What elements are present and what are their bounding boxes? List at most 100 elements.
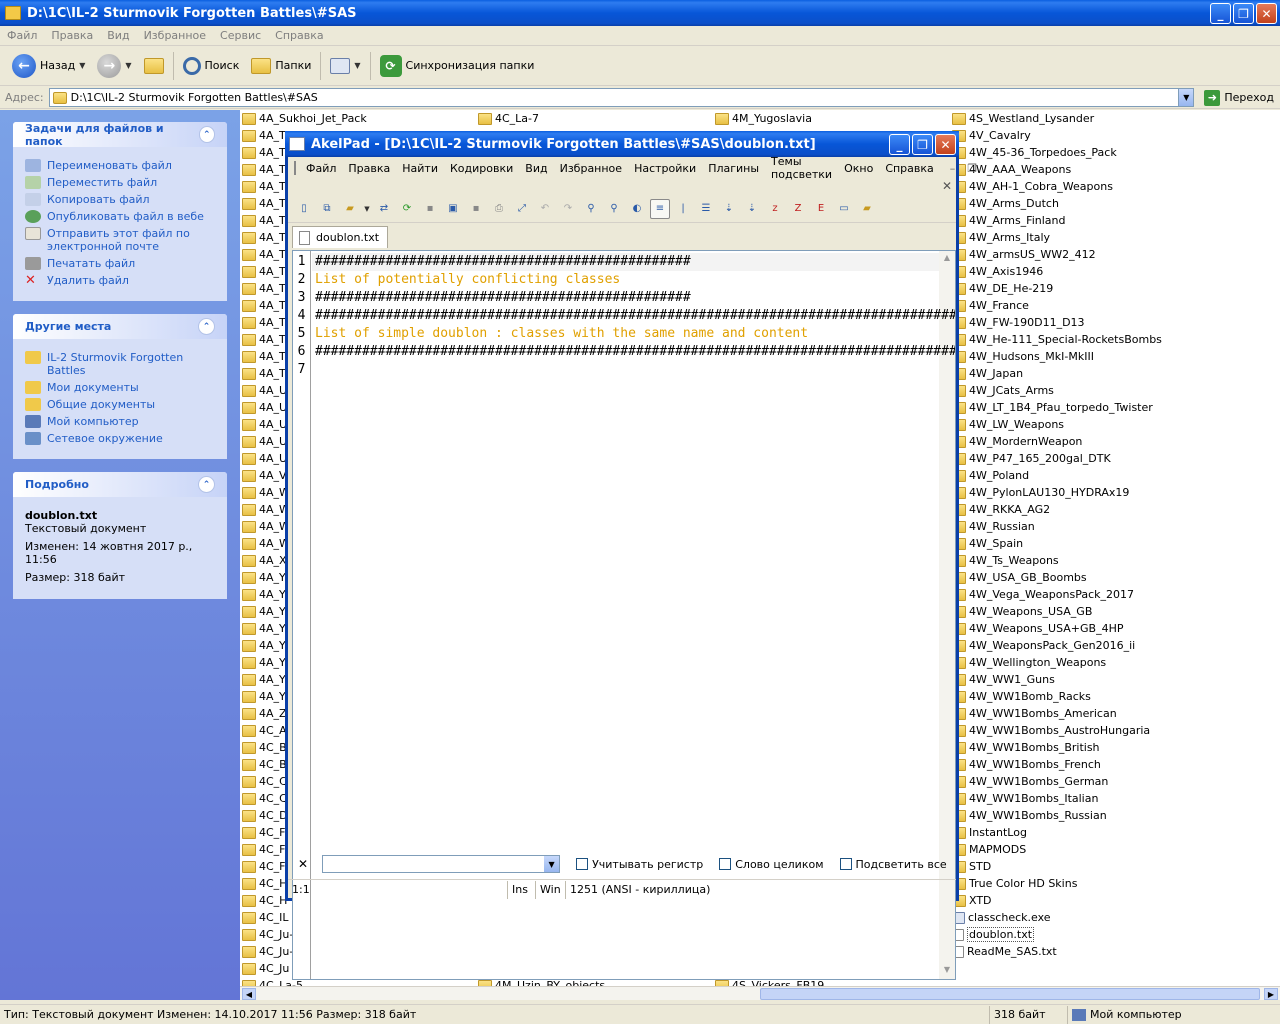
address-input[interactable]: D:\1C\IL-2 Sturmovik Forgotten Battles\#…: [48, 88, 1195, 107]
sync-folder-button[interactable]: ⟳ Синхронизация папки: [374, 50, 541, 82]
file-item[interactable]: 4A_Y: [242, 688, 286, 705]
file-item[interactable]: 4V_Cavalry: [952, 127, 1031, 144]
maximize-button[interactable]: ❐: [1233, 3, 1254, 24]
file-item[interactable]: 4A_Y: [242, 637, 286, 654]
file-item[interactable]: MAPMODS: [952, 841, 1026, 858]
place-my-computer[interactable]: Мой компьютер: [25, 415, 215, 428]
whole-word-checkbox[interactable]: Слово целиком: [719, 858, 824, 871]
file-item[interactable]: 4W_P47_165_200gal_DTK: [952, 450, 1111, 467]
print-icon[interactable]: ⎙: [489, 199, 509, 219]
file-item[interactable]: 4W_Vega_WeaponsPack_2017: [952, 586, 1134, 603]
save-all-icon[interactable]: ▣: [443, 199, 463, 219]
menu-help[interactable]: Справка: [268, 29, 330, 42]
file-item[interactable]: 4A_T: [242, 314, 286, 331]
file-item[interactable]: 4C_C: [242, 773, 287, 790]
file-item[interactable]: 4A_U: [242, 416, 287, 433]
forward-button[interactable]: → ▼: [91, 50, 137, 82]
new-file-icon[interactable]: ▯: [294, 199, 314, 219]
close-find-icon[interactable]: ✕: [298, 857, 308, 871]
open-file-icon[interactable]: ▰: [340, 199, 360, 219]
details-header[interactable]: Подробно ⌃: [13, 472, 227, 497]
task-email[interactable]: Отправить этот файл по электронной почте: [25, 227, 215, 253]
reopen-icon[interactable]: ⇄: [374, 199, 394, 219]
file-item[interactable]: InstantLog: [952, 824, 1027, 841]
checkbox-box[interactable]: [719, 858, 732, 870]
checkbox-box[interactable]: [839, 858, 852, 870]
file-item[interactable]: 4C_F: [242, 824, 286, 841]
close-button[interactable]: ✕: [1256, 3, 1277, 24]
menu-edit[interactable]: Правка: [44, 29, 100, 42]
file-item[interactable]: 4A_Y: [242, 620, 286, 637]
file-tasks-header[interactable]: Задачи для файлов и папок ⌃: [13, 122, 227, 148]
chevron-down-icon[interactable]: ▼: [79, 61, 85, 70]
file-item[interactable]: 4A_X: [242, 552, 287, 569]
scroll-left-icon[interactable]: ◀: [242, 988, 256, 1000]
save-disabled-icon[interactable]: ▪: [420, 199, 440, 219]
file-item[interactable]: 4W_Poland: [952, 467, 1029, 484]
chevron-down-icon[interactable]: ▼: [125, 61, 131, 70]
file-item[interactable]: 4W_LT_1B4_Pfau_torpedo_Twister: [952, 399, 1153, 416]
file-item[interactable]: 4W_WW1Bombs_American: [952, 705, 1117, 722]
file-item[interactable]: 4W_Arms_Italy: [952, 229, 1050, 246]
file-item[interactable]: 4W_Wellington_Weapons: [952, 654, 1106, 671]
tag-icon[interactable]: ▭: [834, 199, 854, 219]
file-item[interactable]: 4W_WW1Bombs_Italian: [952, 790, 1098, 807]
place-my-documents[interactable]: Мои документы: [25, 381, 215, 394]
file-item[interactable]: 4C_A: [242, 722, 287, 739]
file-item[interactable]: 4A_U: [242, 399, 287, 416]
chevron-down-icon[interactable]: ▼: [544, 856, 560, 872]
place-parent-folder[interactable]: IL-2 Sturmovik Forgotten Battles: [25, 351, 215, 377]
tab-doublon[interactable]: doublon.txt: [292, 226, 389, 248]
match-case-checkbox[interactable]: Учитывать регистр: [576, 858, 703, 871]
mdi-minimize-icon[interactable]: –: [944, 162, 962, 175]
folders-button[interactable]: Папки: [245, 50, 317, 82]
file-item[interactable]: 4W_WeaponsPack_Gen2016_ii: [952, 637, 1135, 654]
file-item[interactable]: 4A_Y: [242, 603, 286, 620]
color-theme-icon[interactable]: ◐: [627, 199, 647, 219]
ak-menu-encodings[interactable]: Кодировки: [444, 162, 519, 175]
scroll-right-icon[interactable]: ▶: [1264, 988, 1278, 1000]
ak-menu-themes[interactable]: Темы подсветки: [765, 155, 838, 181]
ak-menu-plugins[interactable]: Плагины: [702, 162, 765, 175]
file-item[interactable]: 4A_T: [242, 178, 286, 195]
file-item[interactable]: 4C_B: [242, 756, 287, 773]
file-item[interactable]: 4W_WW1Bombs_AustroHungaria: [952, 722, 1150, 739]
sort-desc-icon[interactable]: ⇣: [742, 199, 762, 219]
find-icon[interactable]: ⚲: [581, 199, 601, 219]
case-lower-icon[interactable]: z: [765, 199, 785, 219]
up-folder-button[interactable]: [138, 50, 170, 82]
ak-menu-find[interactable]: Найти: [396, 162, 444, 175]
file-item[interactable]: 4W_RKKA_AG2: [952, 501, 1050, 518]
undo-icon[interactable]: ↶: [535, 199, 555, 219]
file-item[interactable]: 4A_T: [242, 280, 286, 297]
ak-menu-file[interactable]: Файл: [300, 162, 342, 175]
file-item[interactable]: 4W_Arms_Dutch: [952, 195, 1059, 212]
task-publish[interactable]: Опубликовать файл в вебе: [25, 210, 215, 223]
file-item[interactable]: 4A_T: [242, 229, 286, 246]
collapse-icon[interactable]: ⌃: [198, 318, 215, 335]
ak-menu-window[interactable]: Окно: [838, 162, 879, 175]
minimize-button[interactable]: _: [1210, 3, 1231, 24]
file-item[interactable]: 4A_T: [242, 263, 286, 280]
ak-menu-favorites[interactable]: Избранное: [554, 162, 628, 175]
highlight-all-checkbox[interactable]: Подсветить все: [839, 858, 947, 871]
favorites-folder-icon[interactable]: ▰: [857, 199, 877, 219]
chevron-down-icon[interactable]: ▼: [363, 199, 371, 219]
mdi-close-icon[interactable]: ✕: [942, 179, 952, 195]
menu-tools[interactable]: Сервис: [213, 29, 268, 42]
file-item[interactable]: 4W_AH-1_Cobra_Weapons: [952, 178, 1113, 195]
scroll-up-icon[interactable]: ▲: [941, 253, 953, 265]
word-wrap-icon[interactable]: ≡: [650, 198, 670, 219]
views-button[interactable]: ▼: [324, 50, 366, 82]
file-item[interactable]: 4W_FW-190D11_D13: [952, 314, 1085, 331]
file-item[interactable]: doublon.txt: [952, 926, 1035, 943]
file-item[interactable]: 4C_B: [242, 739, 287, 756]
file-item[interactable]: 4A_T: [242, 348, 286, 365]
back-button[interactable]: ← Назад ▼: [6, 50, 91, 82]
file-item[interactable]: 4W_WW1Bombs_Russian: [952, 807, 1107, 824]
file-item[interactable]: 4C_D: [242, 807, 288, 824]
file-item[interactable]: 4A_Y: [242, 569, 286, 586]
horizontal-scrollbar[interactable]: ◀ ▶: [240, 986, 1280, 1000]
file-item[interactable]: 4A_T: [242, 161, 286, 178]
collapse-icon[interactable]: ⌃: [198, 476, 215, 493]
